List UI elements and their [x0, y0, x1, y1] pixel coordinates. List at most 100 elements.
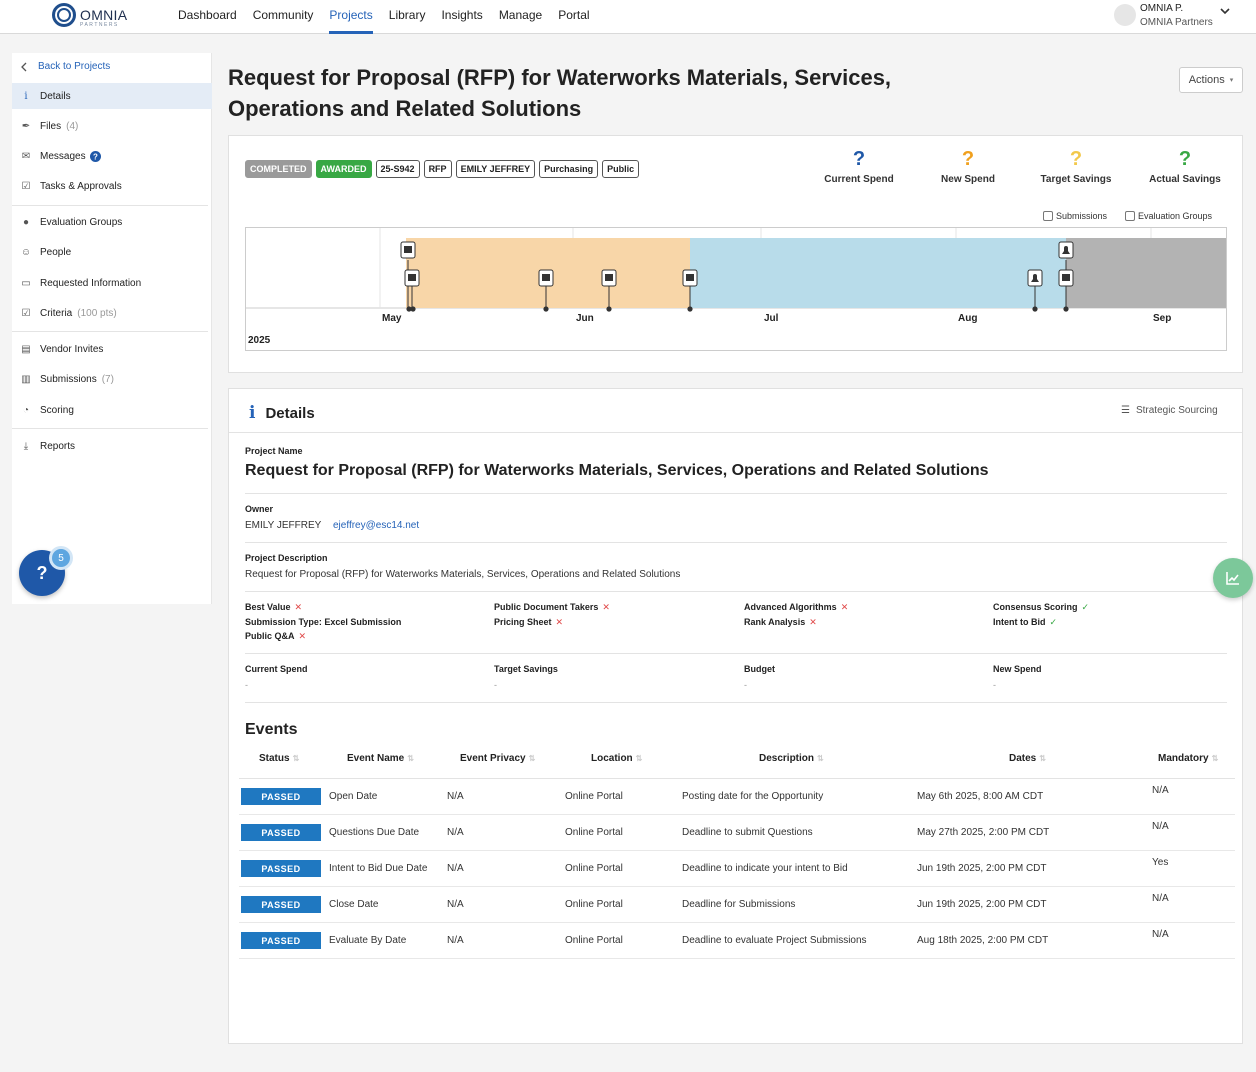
sidebar-item-tasks[interactable]: ☑ Tasks & Approvals	[12, 173, 212, 199]
event-location: Online Portal	[565, 791, 623, 802]
actions-label: Actions	[1188, 74, 1225, 86]
column-header-mandatory[interactable]: Mandatory ⇅	[1158, 753, 1218, 764]
column-header-dates[interactable]: Dates ⇅	[1009, 753, 1046, 764]
user-menu[interactable]: OMNIA P. OMNIA Partners	[1114, 2, 1230, 30]
line-chart-icon	[1226, 572, 1239, 585]
column-header-location[interactable]: Location ⇅	[591, 753, 642, 764]
column-header-event-name[interactable]: Event Name ⇅	[347, 753, 414, 764]
details-card: i Details ☰ Strategic Sourcing Project N…	[228, 388, 1243, 1044]
sort-icon: ⇅	[1211, 754, 1219, 763]
info-icon: i	[24, 90, 28, 102]
flag-submission-type: Submission Type: Excel Submission	[245, 617, 401, 627]
evaluation-groups-checkbox[interactable]: Evaluation Groups	[1125, 211, 1212, 221]
main-nav: Dashboard Community Projects Library Ins…	[178, 0, 606, 34]
sidebar-item-messages[interactable]: ✉ Messages ?	[12, 143, 212, 169]
sidebar-item-label: Criteria	[40, 307, 73, 319]
nav-manage[interactable]: Manage	[499, 0, 542, 34]
status-badge: PASSED	[241, 896, 321, 913]
table-row[interactable]: PASSED Evaluate By Date N/A Online Porta…	[239, 923, 1235, 959]
flag-rank-analysis: Rank Analysis ✕	[744, 617, 817, 628]
question-circle-icon[interactable]: ?	[89, 150, 101, 162]
kpi-target-savings[interactable]: ? Target Savings	[1021, 148, 1131, 185]
info-icon: i	[249, 403, 256, 423]
sort-icon: ⇅	[1039, 754, 1046, 763]
sidebar-item-details[interactable]: i Details	[12, 83, 212, 109]
event-date: May 27th 2025, 2:00 PM CDT	[917, 827, 1050, 838]
kpi-actual-savings[interactable]: ? Actual Savings	[1130, 148, 1240, 185]
sidebar-item-scoring[interactable]: ◔ Scoring	[12, 397, 212, 423]
sidebar-divider	[12, 331, 208, 332]
sidebar-item-reports[interactable]: ⤓ Reports	[12, 433, 212, 459]
divider	[229, 432, 1242, 433]
back-to-projects-link[interactable]: Back to Projects	[20, 61, 110, 73]
nav-portal[interactable]: Portal	[558, 0, 589, 34]
event-name: Intent to Bid Due Date	[329, 863, 428, 874]
event-location: Online Portal	[565, 827, 623, 838]
table-row[interactable]: PASSED Open Date N/A Online Portal Posti…	[239, 779, 1235, 815]
event-date: May 6th 2025, 8:00 AM CDT	[917, 791, 1044, 802]
user-info: OMNIA P. OMNIA Partners	[1140, 2, 1213, 30]
sidebar-item-label: Files	[40, 120, 62, 132]
analytics-fab-button[interactable]	[1213, 558, 1253, 598]
column-label: Location	[591, 753, 633, 764]
target-savings-value: -	[494, 680, 497, 690]
nav-projects[interactable]: Projects	[329, 0, 373, 34]
sidebar-item-requested-information[interactable]: ▭ Requested Information	[12, 270, 212, 296]
nav-insights[interactable]: Insights	[441, 0, 482, 34]
timeline-month-label: Jul	[764, 313, 779, 324]
checkbox-label: Submissions	[1056, 211, 1108, 221]
circle-icon: ●	[22, 216, 30, 228]
column-header-status[interactable]: Status ⇅	[259, 753, 299, 764]
sidebar-divider	[12, 428, 208, 429]
column-header-description[interactable]: Description ⇅	[759, 753, 824, 764]
actions-dropdown-button[interactable]: Actions ▾	[1179, 67, 1243, 93]
nav-library[interactable]: Library	[389, 0, 426, 34]
project-type-tag: RFP	[423, 160, 452, 178]
details-title: Details	[265, 404, 315, 422]
timeline-graphic	[246, 228, 1226, 312]
sidebar-item-evaluation-groups[interactable]: ● Evaluation Groups	[12, 209, 212, 235]
status-badge: PASSED	[241, 788, 321, 805]
strategic-sourcing-link[interactable]: ☰ Strategic Sourcing	[1121, 405, 1218, 416]
table-row[interactable]: PASSED Questions Due Date N/A Online Por…	[239, 815, 1235, 851]
events-title: Events	[245, 721, 298, 738]
table-row[interactable]: PASSED Intent to Bid Due Date N/A Online…	[239, 851, 1235, 887]
kpi-new-spend[interactable]: ? New Spend	[913, 148, 1023, 185]
user-name: OMNIA P.	[1140, 3, 1184, 14]
nav-dashboard[interactable]: Dashboard	[178, 0, 237, 34]
omnia-logo[interactable]: OMNIA PARTNERS	[52, 3, 127, 28]
kpi-label: Target Savings	[1040, 174, 1112, 185]
nav-community[interactable]: Community	[253, 0, 314, 34]
x-icon: ✕	[298, 631, 307, 641]
inbox-icon: ▭	[21, 277, 31, 289]
sidebar-item-people[interactable]: ☺ People	[12, 239, 212, 265]
column-label: Event Name	[347, 753, 405, 764]
event-name: Questions Due Date	[329, 827, 420, 838]
flag-intent-to-bid: Intent to Bid ✓	[993, 617, 1057, 628]
kpi-value: ?	[1178, 148, 1192, 170]
submissions-checkbox[interactable]: Submissions	[1043, 211, 1107, 221]
divider	[245, 493, 1227, 494]
sidebar-item-submissions[interactable]: ▥ Submissions (7)	[12, 366, 212, 392]
kpi-current-spend[interactable]: ? Current Spend	[804, 148, 914, 185]
chevron-down-icon[interactable]	[1218, 4, 1232, 18]
table-row[interactable]: PASSED Close Date N/A Online Portal Dead…	[239, 887, 1235, 923]
sidebar-divider	[12, 205, 208, 206]
event-privacy: N/A	[447, 863, 464, 874]
x-icon: ✕	[555, 617, 564, 627]
project-description-label: Project Description	[245, 553, 328, 563]
owner-email-link[interactable]: ejeffrey@esc14.net	[333, 520, 419, 531]
flag-label: Consensus Scoring	[993, 602, 1078, 612]
flag-label: Pricing Sheet	[494, 617, 552, 627]
sidebar-item-vendor-invites[interactable]: ▤ Vendor Invites	[12, 336, 212, 362]
sidebar-item-files[interactable]: ✒ Files (4)	[12, 113, 212, 139]
current-spend-value: -	[245, 680, 248, 690]
checkbox-unchecked-icon[interactable]	[1125, 211, 1135, 221]
column-header-event-privacy[interactable]: Event Privacy ⇅	[460, 753, 535, 764]
checkbox-unchecked-icon[interactable]	[1043, 211, 1053, 221]
divider	[245, 653, 1227, 654]
sidebar-item-criteria[interactable]: ☑ Criteria (100 pts)	[12, 300, 212, 326]
status-badge: PASSED	[241, 860, 321, 877]
kpi-label: Actual Savings	[1149, 174, 1221, 185]
project-timeline: May Jun Jul Aug Sep 2025	[245, 227, 1227, 351]
